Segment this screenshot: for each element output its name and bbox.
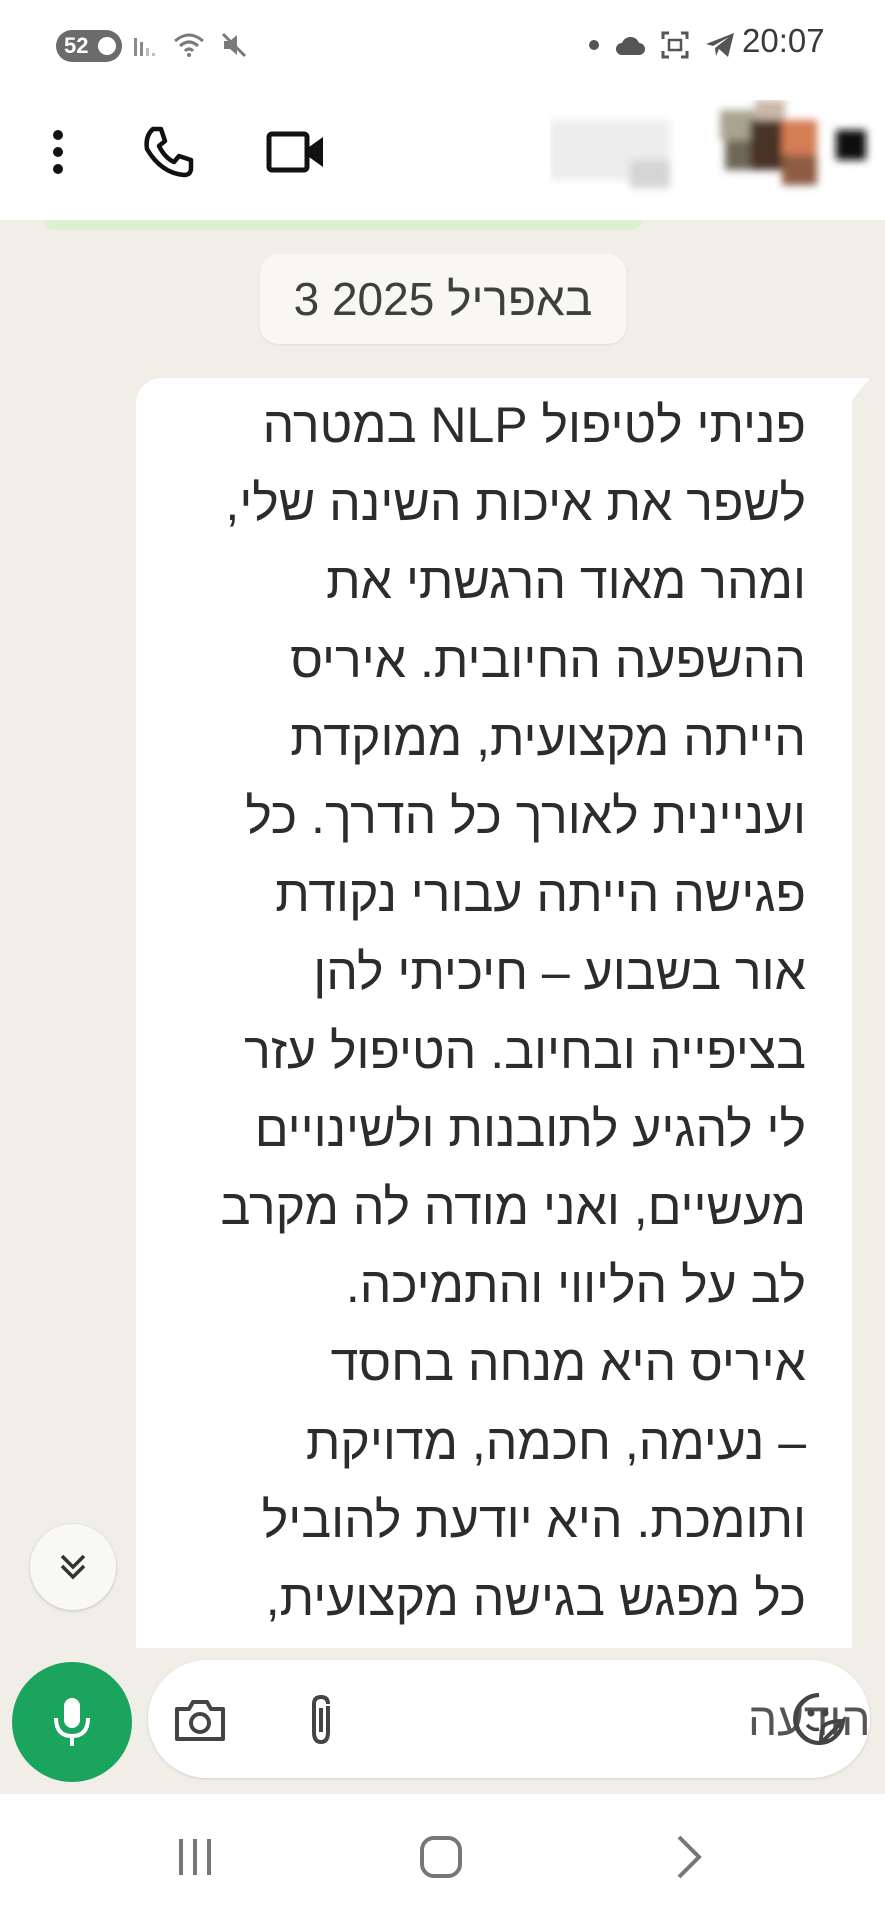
notification-dot-icon bbox=[589, 40, 599, 50]
double-chevron-down-icon bbox=[60, 1554, 86, 1580]
incoming-message-bubble[interactable]: פניתי לטיפול NLP במטרה לשפר את איכות השי… bbox=[136, 378, 852, 1648]
message-input[interactable]: הודעה bbox=[148, 1660, 871, 1778]
video-call-button[interactable] bbox=[258, 114, 334, 190]
more-options-button[interactable] bbox=[30, 116, 86, 188]
badge-dot-icon bbox=[98, 37, 116, 55]
message-text: פניתי לטיפול NLP במטרה לשפר את איכות השי… bbox=[220, 397, 806, 1627]
camera-button[interactable] bbox=[170, 1690, 230, 1750]
recent-apps-button[interactable] bbox=[150, 1822, 240, 1892]
sticker-button[interactable] bbox=[788, 1688, 850, 1750]
phone-icon bbox=[144, 126, 194, 178]
paperclip-icon bbox=[312, 1694, 330, 1745]
telegram-icon bbox=[706, 33, 734, 57]
cloud-icon bbox=[616, 36, 645, 55]
microphone-icon bbox=[54, 1698, 90, 1746]
wifi-icon bbox=[174, 33, 204, 57]
battery-badge: 52 bbox=[56, 30, 122, 62]
clock: 20:07 bbox=[742, 22, 825, 59]
bubble-tail bbox=[852, 378, 870, 400]
previous-message-bubble[interactable] bbox=[44, 220, 642, 230]
scroll-to-bottom-button[interactable] bbox=[30, 1524, 116, 1610]
date-separator: 3 באפריל 2025 bbox=[260, 254, 626, 344]
status-bar: 52 20:07 bbox=[0, 0, 885, 88]
system-navigation-bar bbox=[0, 1794, 885, 1920]
contact-avatar[interactable] bbox=[550, 100, 880, 200]
voice-message-button[interactable] bbox=[12, 1662, 132, 1782]
sticker-icon bbox=[793, 1693, 846, 1746]
more-vert-icon bbox=[53, 130, 63, 174]
chevron-right-icon bbox=[677, 1835, 702, 1879]
voice-call-button[interactable] bbox=[130, 114, 206, 190]
attach-button[interactable] bbox=[296, 1688, 346, 1752]
mute-icon bbox=[221, 32, 247, 58]
blurred-contact-image bbox=[550, 100, 866, 188]
home-icon bbox=[420, 1836, 462, 1878]
video-camera-icon bbox=[266, 131, 323, 173]
chat-area[interactable]: 3 באפריל 2025 פניתי לטיפול NLP במטרה לשפ… bbox=[0, 220, 885, 1648]
recent-apps-icon bbox=[179, 1839, 211, 1875]
screenshot-icon bbox=[661, 31, 689, 59]
signal-icon bbox=[134, 38, 155, 56]
battery-level: 52 bbox=[64, 33, 89, 58]
camera-icon bbox=[175, 1700, 225, 1741]
home-button[interactable] bbox=[396, 1822, 486, 1892]
back-button[interactable] bbox=[644, 1822, 734, 1892]
